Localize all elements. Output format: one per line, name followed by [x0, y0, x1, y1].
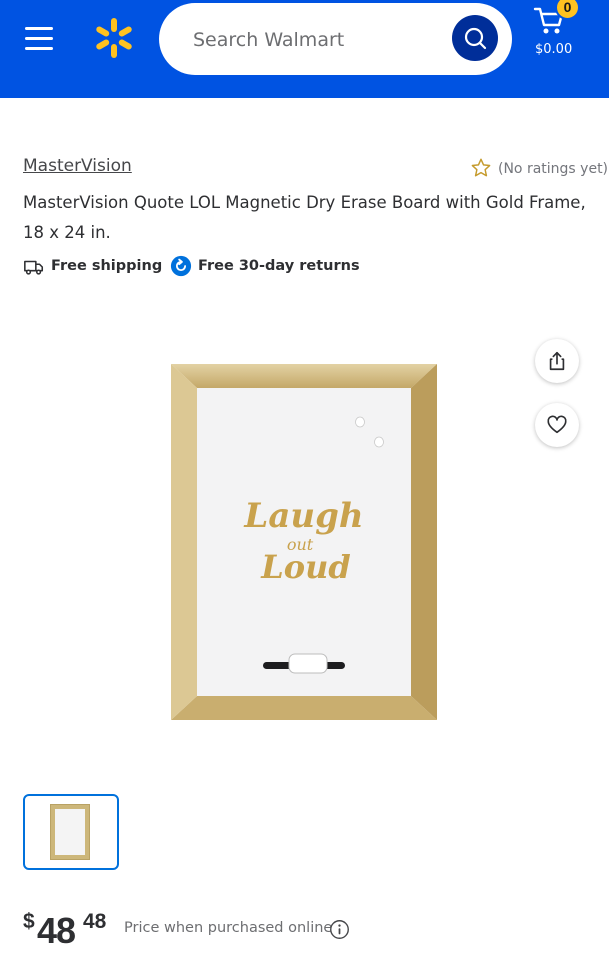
- favorite-button[interactable]: [535, 403, 579, 447]
- menu-button[interactable]: [22, 22, 56, 56]
- price-cents: 48: [83, 910, 107, 933]
- search-bar: [159, 3, 512, 75]
- menu-icon-line: [25, 37, 53, 40]
- thumbnail-board: [55, 809, 85, 855]
- rating-text: (No ratings yet): [498, 161, 609, 177]
- top-header: 0 $0.00: [0, 0, 609, 98]
- price-dollars: 48: [37, 910, 76, 951]
- walmart-spark-logo[interactable]: [93, 17, 135, 59]
- share-button[interactable]: [535, 339, 579, 383]
- menu-icon-line: [25, 47, 53, 50]
- cart-total: $0.00: [535, 42, 573, 57]
- board-text-loud: Loud: [260, 548, 350, 586]
- heart-outline-icon: [547, 415, 567, 434]
- product-title: MasterVision Quote LOL Magnetic Dry Eras…: [23, 193, 586, 242]
- star-outline-icon: [471, 158, 491, 177]
- truck-icon: [24, 260, 44, 275]
- free-returns-label: Free 30-day returns: [198, 258, 360, 274]
- thumbnail-1[interactable]: [23, 794, 119, 870]
- price-note: Price when purchased online: [124, 920, 333, 936]
- thumbnail-image: [50, 804, 90, 860]
- price-currency: $: [23, 910, 35, 933]
- returns-icon: [170, 255, 192, 277]
- info-icon[interactable]: [329, 919, 350, 940]
- search-icon: [464, 27, 487, 50]
- cart-count-badge: 0: [555, 0, 580, 20]
- board-text-laugh: Laugh: [243, 496, 363, 536]
- product-image[interactable]: Laugh out Loud: [171, 364, 437, 720]
- free-shipping-label: Free shipping: [51, 258, 163, 274]
- menu-icon-line: [25, 27, 53, 30]
- share-icon: [549, 351, 565, 371]
- cart-button[interactable]: 0: [528, 0, 580, 70]
- brand-link[interactable]: MasterVision: [23, 156, 132, 176]
- search-button[interactable]: [452, 15, 498, 61]
- search-input[interactable]: [191, 23, 445, 57]
